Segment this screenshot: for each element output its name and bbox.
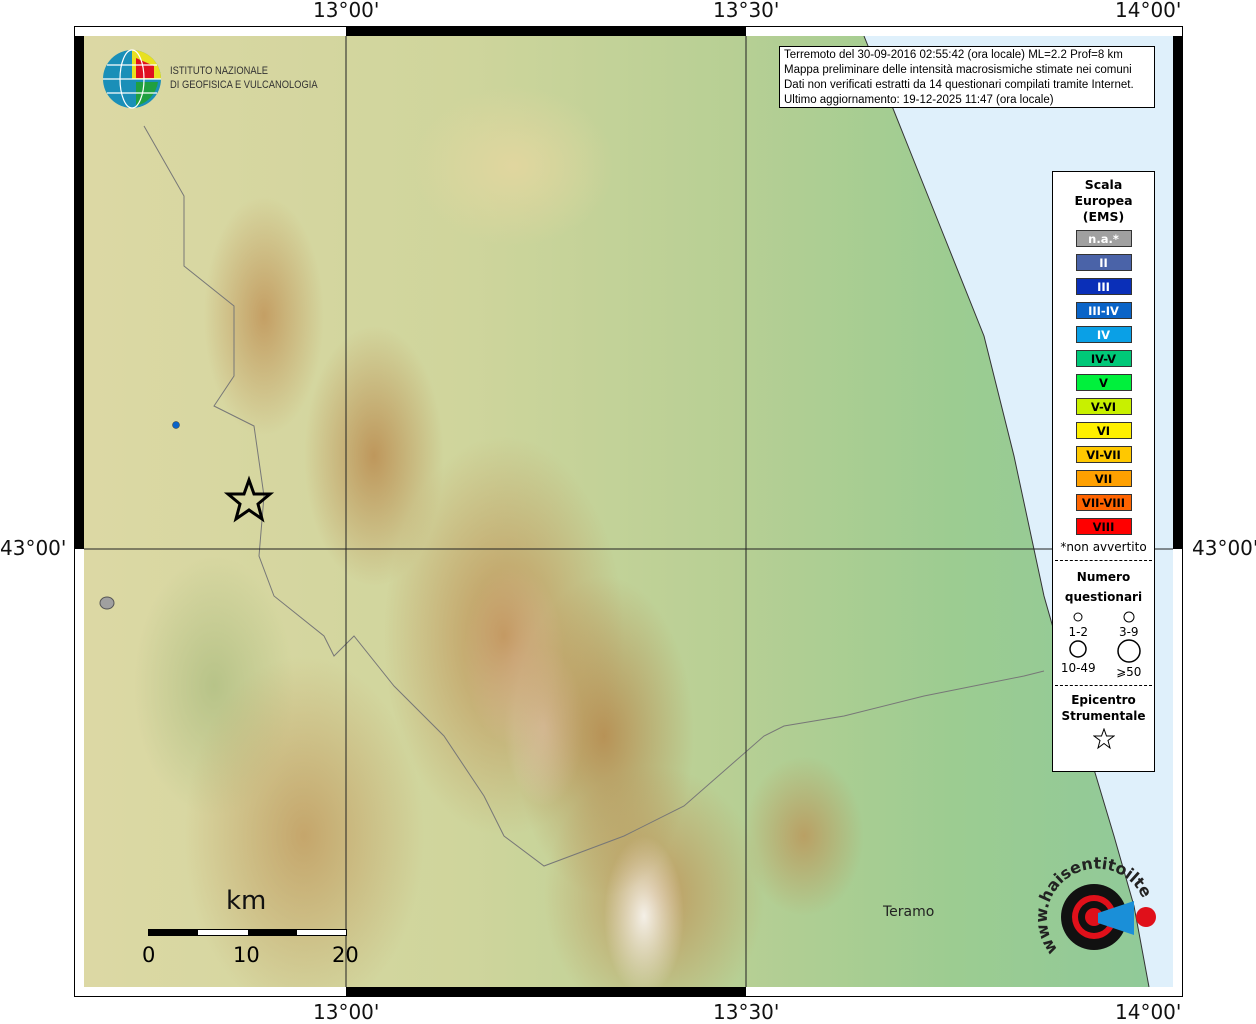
haisentito-logo[interactable]: www.haisentitoilterremoto.it [1028, 840, 1166, 979]
count-label: 10-49 [1060, 661, 1096, 675]
info-line-3: Dati non verificati estratti da 14 quest… [784, 79, 1134, 91]
ingv-logo [102, 48, 164, 114]
count-title-1: Numero [1076, 570, 1131, 584]
epicenter-title-1: Epicentro [1071, 693, 1136, 707]
count-1-2: 1-2 [1053, 611, 1104, 639]
scale-unit: km [226, 886, 267, 916]
legend-swatches: n.a.* II III III-IV IV IV-V V V-VI VI VI-VII VII VI… [1053, 230, 1154, 535]
intensity-point-na[interactable] [99, 596, 115, 610]
region-border [143, 125, 1045, 867]
lat-tick-left-4300: 43°00' [0, 536, 67, 560]
logo-line-2: DI GEOFISICA E VULCANOLOGIA [170, 79, 318, 91]
scale-label-0: 0 [142, 943, 156, 967]
legend-swatch-na: n.a.* [1075, 230, 1132, 247]
scale-bar [148, 929, 347, 936]
legend-swatch-iii: III [1075, 278, 1132, 295]
epicenter-title: Epicentro Strumentale [1053, 692, 1154, 724]
legend-title-2: Europea [1074, 193, 1133, 208]
count-symbols: 1-2 3-9 10-49 ⩾50 [1053, 611, 1154, 679]
place-label-teramo: Teramo [883, 904, 935, 920]
globe-icon [103, 49, 161, 109]
lon-tick-bottom-1330: 13°30' [713, 1000, 780, 1024]
frame-top-black [346, 26, 746, 36]
legend-note: *non avvertito [1060, 540, 1147, 554]
legend-title-1: Scala [1084, 177, 1123, 192]
count-label: ⩾50 [1116, 665, 1142, 679]
frame-bottom-black [346, 987, 746, 997]
legend-divider [1055, 685, 1152, 686]
event-info-box: Terremoto del 30-09-2016 02:55:42 (ora l… [779, 46, 1155, 108]
legend-swatch-ii: II [1075, 254, 1132, 271]
logo-line-1: ISTITUTO NAZIONALE [170, 65, 269, 77]
legend-swatch-viiviii: VII-VIII [1075, 494, 1132, 511]
count-3-9: 3-9 [1104, 611, 1155, 639]
count-title: Numero questionari [1053, 567, 1154, 607]
legend-swatch-vivii: VI-VII [1075, 446, 1132, 463]
legend-swatch-ivv: IV-V [1075, 350, 1132, 367]
lon-tick-top-1400: 14°00' [1115, 0, 1182, 22]
intensity-point-iii-iv[interactable] [172, 421, 180, 429]
legend-swatch-vii: VII [1075, 470, 1132, 487]
scale-label-20: 20 [332, 943, 359, 967]
frame-right-black [1173, 36, 1183, 549]
legend-swatch-vvi: V-VI [1075, 398, 1132, 415]
star-icon [1092, 727, 1115, 750]
legend: Scala Europea (EMS) n.a.* II III III-IV IV IV… [1052, 171, 1155, 772]
info-line-4: Ultimo aggiornamento: 19-12-2025 11:47 (… [784, 94, 1054, 106]
logo-text: ISTITUTO NAZIONALE DI GEOFISICA E VULCAN… [170, 64, 318, 92]
count-label: 3-9 [1118, 625, 1139, 639]
legend-swatch-vi: VI [1075, 422, 1132, 439]
scale-label-10: 10 [233, 943, 260, 967]
epicenter-star[interactable] [223, 475, 275, 523]
epicenter-title-2: Strumentale [1061, 709, 1146, 723]
count-title-2: questionari [1064, 590, 1143, 604]
lon-tick-bottom-1400: 14°00' [1115, 1000, 1182, 1024]
legend-title-3: (EMS) [1082, 209, 1125, 224]
info-line-2: Mappa preliminare delle intensità macros… [784, 64, 1132, 76]
count-label: 1-2 [1068, 625, 1089, 639]
legend-swatch-viii: VIII [1075, 518, 1132, 535]
count-50: ⩾50 [1104, 639, 1155, 679]
relief-map[interactable] [84, 36, 1173, 987]
lon-tick-top-1300: 13°00' [313, 0, 380, 22]
legend-swatch-iiiiv: III-IV [1075, 302, 1132, 319]
legend-swatch-v: V [1075, 374, 1132, 391]
info-line-1: Terremoto del 30-09-2016 02:55:42 (ora l… [784, 49, 1123, 61]
count-10-49: 10-49 [1053, 639, 1104, 679]
lat-tick-right-4300: 43°00' [1192, 536, 1256, 560]
legend-title: Scala Europea (EMS) [1053, 177, 1154, 225]
frame-left-black [74, 36, 84, 549]
lon-tick-bottom-1300: 13°00' [313, 1000, 380, 1024]
legend-swatch-iv: IV [1075, 326, 1132, 343]
lon-tick-top-1330: 13°30' [713, 0, 780, 22]
legend-divider [1055, 560, 1152, 561]
